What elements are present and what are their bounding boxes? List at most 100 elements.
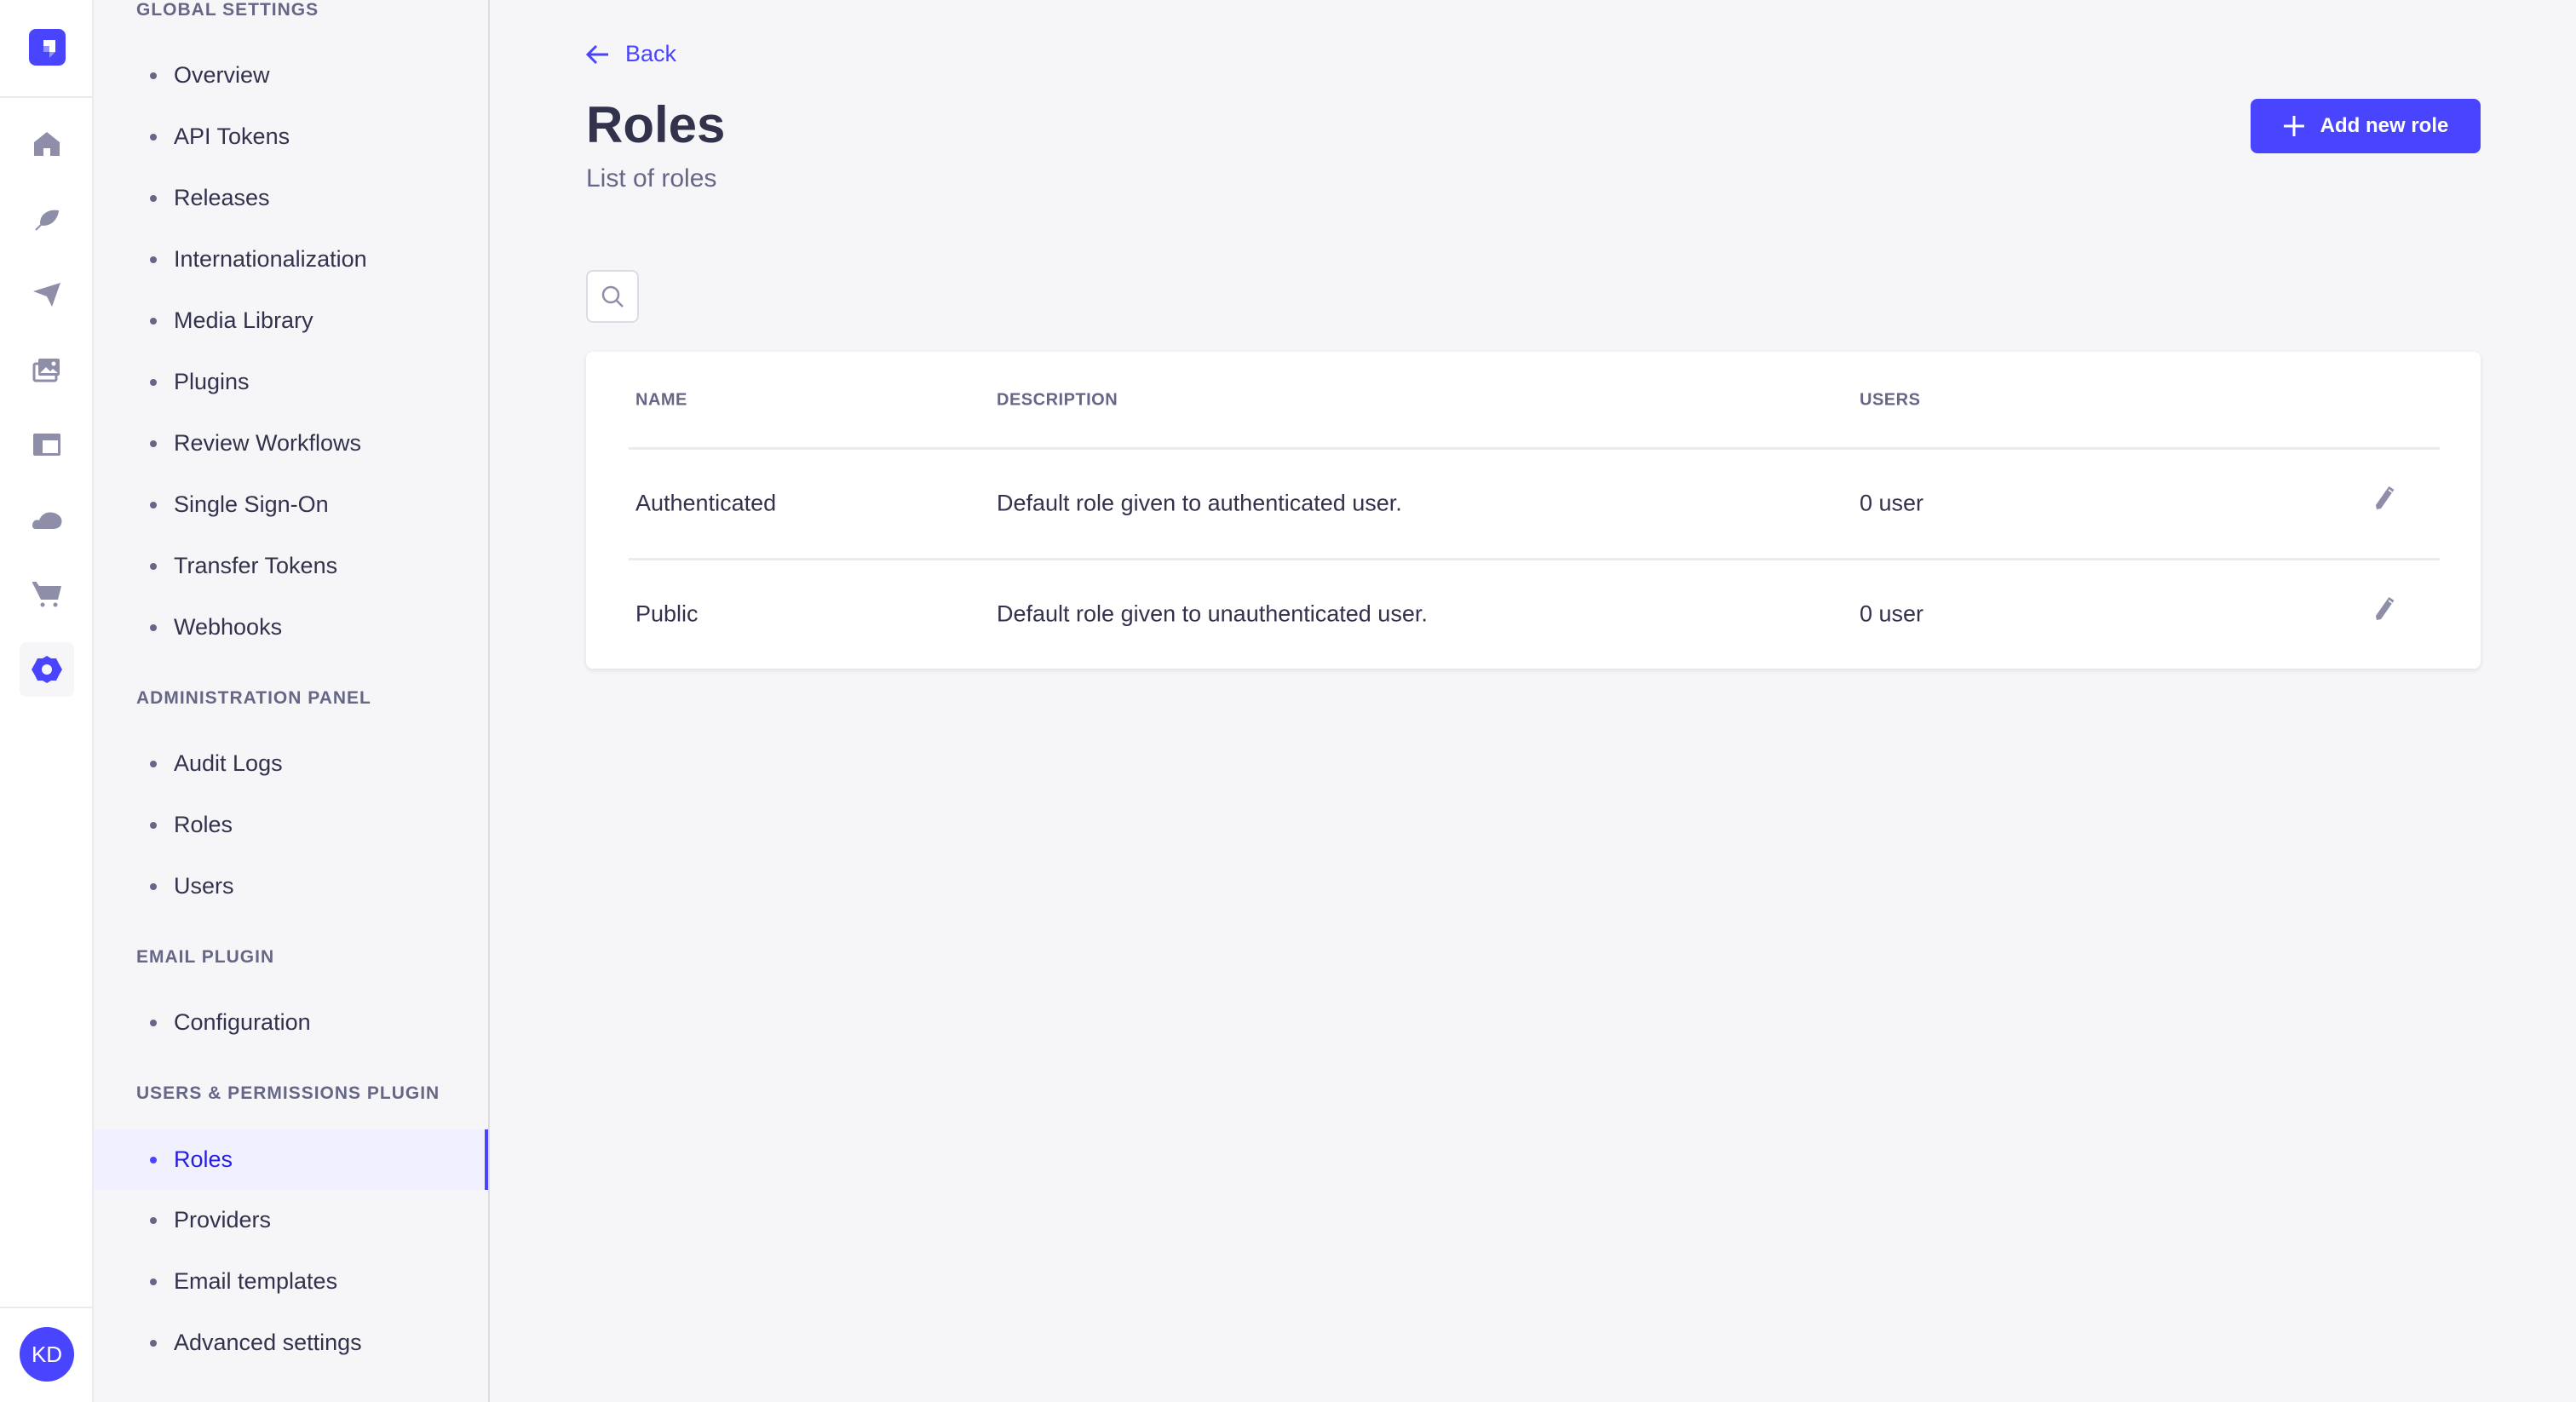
layout-icon [33, 434, 60, 456]
nav-cloud-button[interactable] [20, 492, 74, 547]
bullet-icon [150, 760, 157, 767]
bullet-icon [150, 1216, 157, 1224]
subnav-item-email-templates[interactable]: Email templates [94, 1251, 488, 1312]
pencil-icon [2376, 486, 2395, 509]
subnav-item-label: Single Sign-On [174, 491, 329, 517]
shopping-cart-icon [32, 582, 61, 607]
section-title-administration-panel: Administration Panel [136, 688, 371, 708]
images-icon [32, 359, 60, 382]
role-name: Authenticated [635, 490, 777, 516]
subnav-item-media-library[interactable]: Media Library [94, 290, 488, 351]
subnav-item-review-workflows[interactable]: Review Workflows [94, 413, 488, 474]
subnav-item-label: Plugins [174, 369, 250, 394]
subnav-item-single-sign-on[interactable]: Single Sign-On [94, 474, 488, 535]
arrow-left-icon [586, 44, 608, 64]
column-header-description[interactable]: DESCRIPTION [997, 391, 1118, 411]
role-description: Default role given to authenticated user… [997, 490, 1402, 516]
subnav-item-label: Providers [174, 1207, 272, 1232]
subnav-item-up-roles[interactable]: Roles [94, 1129, 488, 1190]
paper-plane-icon [33, 283, 60, 307]
column-header-users[interactable]: USERS [1860, 391, 1920, 411]
back-link[interactable]: Back [586, 41, 676, 67]
bullet-icon [150, 317, 157, 325]
bullet-icon [150, 501, 157, 509]
nav-deploy-button[interactable] [20, 267, 74, 322]
pencil-icon [2376, 597, 2395, 620]
search-icon [601, 285, 624, 307]
subnav-item-users[interactable]: Users [94, 856, 488, 916]
subnav-item-label: Webhooks [174, 614, 283, 640]
bullet-icon [150, 378, 157, 386]
subnav-item-label: Releases [174, 185, 270, 210]
table-row[interactable]: Authenticated Default role given to auth… [586, 449, 2481, 558]
strapi-logo-icon[interactable] [29, 29, 66, 66]
subnav-item-label: Advanced settings [174, 1330, 362, 1355]
subnav-item-label: Email templates [174, 1268, 338, 1294]
add-new-role-label: Add new role [2320, 114, 2449, 137]
edit-role-button[interactable] [2373, 486, 2395, 515]
bullet-icon [150, 256, 157, 263]
bullet-icon [150, 623, 157, 631]
column-header-name[interactable]: NAME [635, 391, 687, 411]
subnav-item-transfer-tokens[interactable]: Transfer Tokens [94, 536, 488, 596]
gear-icon [32, 656, 62, 683]
subnav-item-providers[interactable]: Providers [94, 1190, 488, 1250]
nav-settings-button[interactable] [20, 642, 74, 697]
main-content: Back Roles List of roles Add new role NA… [492, 0, 2576, 1402]
role-name: Public [635, 600, 699, 627]
subnav-item-api-tokens[interactable]: API Tokens [94, 106, 488, 167]
section-title-users-permissions-plugin: Users & Permissions Plugin [136, 1083, 440, 1103]
avatar-initials: KD [31, 1341, 63, 1367]
settings-subnav: Global Settings Overview API Tokens Rele… [94, 0, 490, 1402]
edit-role-button[interactable] [2373, 596, 2395, 626]
feather-icon [35, 210, 60, 231]
bullet-icon [150, 72, 157, 79]
bullet-icon [150, 133, 157, 141]
home-icon [34, 132, 60, 156]
cloud-icon [32, 512, 62, 529]
subnav-item-label: Internationalization [174, 246, 367, 272]
nav-media-library-button[interactable] [20, 342, 74, 397]
main-nav-rail: KD [0, 0, 94, 1402]
role-users-count: 0 user [1860, 490, 1924, 516]
add-new-role-button[interactable]: Add new role [2251, 99, 2481, 153]
subnav-item-internationalization[interactable]: Internationalization [94, 229, 488, 290]
subnav-item-label: Transfer Tokens [174, 553, 338, 578]
subnav-item-plugins[interactable]: Plugins [94, 352, 488, 412]
bullet-icon [150, 1339, 157, 1347]
role-users-count: 0 user [1860, 600, 1924, 627]
subnav-item-label: Overview [174, 62, 270, 88]
bullet-icon [150, 440, 157, 447]
subnav-item-admin-roles[interactable]: Roles [94, 795, 488, 855]
nav-content-manager-button[interactable] [20, 192, 74, 246]
role-description: Default role given to unauthenticated us… [997, 600, 1428, 627]
page-title: Roles [586, 96, 726, 153]
nav-home-button[interactable] [20, 117, 74, 171]
nav-marketplace-button[interactable] [20, 567, 74, 622]
search-button[interactable] [586, 270, 639, 323]
user-avatar[interactable]: KD [20, 1327, 74, 1382]
subnav-item-releases[interactable]: Releases [94, 168, 488, 228]
rail-divider [0, 1307, 92, 1308]
bullet-icon [150, 1019, 157, 1026]
table-header: NAME DESCRIPTION USERS [586, 352, 2481, 448]
subnav-item-label: Review Workflows [174, 430, 362, 456]
subnav-item-advanced-settings[interactable]: Advanced settings [94, 1313, 488, 1373]
bullet-icon [150, 821, 157, 829]
subnav-item-webhooks[interactable]: Webhooks [94, 597, 488, 658]
bullet-icon [150, 1156, 157, 1164]
page-subtitle: List of roles [586, 164, 717, 192]
back-label: Back [625, 41, 677, 66]
subnav-item-audit-logs[interactable]: Audit Logs [94, 733, 488, 794]
subnav-item-configuration[interactable]: Configuration [94, 992, 488, 1053]
nav-content-type-builder-button[interactable] [20, 417, 74, 472]
table-row[interactable]: Public Default role given to unauthentic… [586, 560, 2481, 669]
section-title-email-plugin: Email Plugin [136, 947, 275, 967]
subnav-item-overview[interactable]: Overview [94, 45, 488, 106]
plus-icon [2283, 116, 2304, 136]
bullet-icon [150, 562, 157, 570]
roles-table: NAME DESCRIPTION USERS Authenticated Def… [586, 352, 2481, 669]
rail-divider [0, 96, 92, 98]
subnav-item-label: Audit Logs [174, 750, 283, 776]
section-title-global-settings: Global Settings [136, 0, 319, 20]
